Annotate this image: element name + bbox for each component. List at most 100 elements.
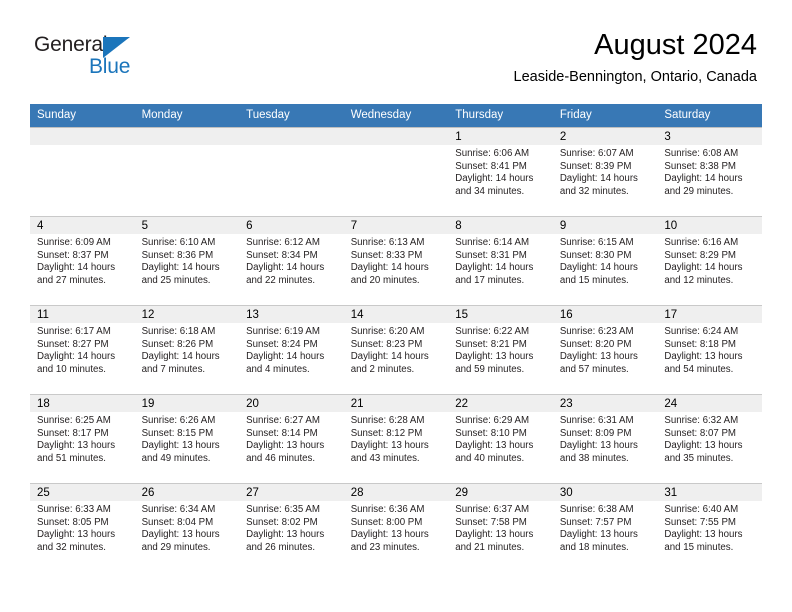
calendar-day-cell[interactable]: 20 Sunrise: 6:27 AM Sunset: 8:14 PM Dayligh… bbox=[239, 394, 344, 484]
day-number: 18 bbox=[30, 395, 135, 412]
calendar-day-cell[interactable]: 4 Sunrise: 6:09 AM Sunset: 8:37 PM Daylight… bbox=[30, 216, 135, 306]
calendar-day-cell[interactable]: 15 Sunrise: 6:22 AM Sunset: 8:21 PM Dayligh… bbox=[448, 305, 553, 395]
day-detail-sunrise: Sunrise: 6:14 AM bbox=[455, 237, 530, 248]
day-detail-daylight-line1: Daylight: 14 hours bbox=[455, 173, 534, 185]
calendar-day-cell[interactable]: 29 Sunrise: 6:37 AM Sunset: 7:58 PM Dayligh… bbox=[448, 483, 553, 572]
day-detail-sunset: Sunset: 7:57 PM bbox=[559, 516, 632, 528]
day-details: Sunrise: 6:29 AM Sunset: 8:10 PM Daylight:… bbox=[448, 412, 553, 465]
calendar-day-cell[interactable]: 17 Sunrise: 6:24 AM Sunset: 8:18 PM Dayligh… bbox=[657, 305, 762, 395]
day-detail-sunset: Sunset: 8:27 PM bbox=[37, 338, 109, 350]
day-details: Sunrise: 6:08 AM Sunset: 8:38 PM Daylight:… bbox=[657, 145, 762, 198]
calendar-day-cell[interactable]: 6 Sunrise: 6:12 AM Sunset: 8:34 PM Daylight… bbox=[239, 216, 344, 306]
day-detail-daylight-line1: Daylight: 13 hours bbox=[350, 440, 429, 452]
day-detail-daylight-line2: and 40 minutes. bbox=[455, 452, 525, 464]
day-detail-daylight-line1: Daylight: 14 hours bbox=[350, 351, 429, 363]
day-detail-daylight-line2: and 17 minutes. bbox=[455, 274, 525, 286]
day-cell-inner: 8 Sunrise: 6:14 AM Sunset: 8:31 PM Daylight… bbox=[448, 217, 553, 305]
day-detail-daylight-line2: and 26 minutes. bbox=[246, 541, 316, 553]
day-detail-sunrise: Sunrise: 6:23 AM bbox=[559, 326, 634, 337]
day-cell-inner: 29 Sunrise: 6:37 AM Sunset: 7:58 PM Dayligh… bbox=[448, 484, 553, 572]
calendar-day-cell[interactable]: 3 Sunrise: 6:08 AM Sunset: 8:38 PM Daylight… bbox=[657, 127, 762, 217]
day-detail-daylight-line1: Daylight: 14 hours bbox=[246, 351, 325, 363]
day-cell-inner: 24 Sunrise: 6:32 AM Sunset: 8:07 PM Dayligh… bbox=[657, 395, 762, 483]
day-detail-daylight-line1: Daylight: 13 hours bbox=[455, 440, 534, 452]
calendar-day-cell[interactable]: 14 Sunrise: 6:20 AM Sunset: 8:23 PM Dayligh… bbox=[343, 305, 449, 395]
day-number: 7 bbox=[343, 217, 449, 234]
page-header: General Blue August 2024 Leaside-Benning… bbox=[0, 0, 792, 104]
day-detail-daylight-line1: Daylight: 13 hours bbox=[455, 529, 534, 541]
day-detail-daylight-line1: Daylight: 14 hours bbox=[559, 262, 638, 274]
calendar-day-cell[interactable]: 9 Sunrise: 6:15 AM Sunset: 8:30 PM Daylight… bbox=[552, 216, 658, 306]
day-number: 27 bbox=[239, 484, 344, 501]
day-detail-daylight-line1: Daylight: 14 hours bbox=[246, 262, 325, 274]
calendar-day-cell-empty bbox=[30, 127, 135, 217]
day-detail-daylight-line1: Daylight: 13 hours bbox=[141, 440, 220, 452]
calendar-day-cell-empty bbox=[343, 127, 449, 217]
day-details: Sunrise: 6:37 AM Sunset: 7:58 PM Daylight:… bbox=[448, 501, 553, 554]
calendar-day-cell[interactable]: 7 Sunrise: 6:13 AM Sunset: 8:33 PM Daylight… bbox=[343, 216, 449, 306]
day-number: 25 bbox=[30, 484, 135, 501]
day-number: 28 bbox=[343, 484, 449, 501]
day-detail-sunset: Sunset: 8:23 PM bbox=[350, 338, 423, 350]
day-cell-inner: 5 Sunrise: 6:10 AM Sunset: 8:36 PM Daylight… bbox=[134, 217, 240, 305]
day-cell-inner: 19 Sunrise: 6:26 AM Sunset: 8:15 PM Dayligh… bbox=[134, 395, 240, 483]
calendar-day-cell[interactable]: 10 Sunrise: 6:16 AM Sunset: 8:29 PM Dayligh… bbox=[657, 216, 762, 306]
day-cell-inner: 22 Sunrise: 6:29 AM Sunset: 8:10 PM Dayligh… bbox=[448, 395, 553, 483]
calendar-day-cell[interactable]: 26 Sunrise: 6:34 AM Sunset: 8:04 PM Dayligh… bbox=[134, 483, 240, 572]
calendar-day-cell[interactable]: 18 Sunrise: 6:25 AM Sunset: 8:17 PM Dayligh… bbox=[30, 394, 135, 484]
day-detail-daylight-line1: Daylight: 14 hours bbox=[664, 173, 743, 185]
calendar-day-cell[interactable]: 22 Sunrise: 6:29 AM Sunset: 8:10 PM Dayligh… bbox=[448, 394, 553, 484]
calendar-day-cell[interactable]: 30 Sunrise: 6:38 AM Sunset: 7:57 PM Dayligh… bbox=[552, 483, 658, 572]
day-details: Sunrise: 6:27 AM Sunset: 8:14 PM Daylight:… bbox=[239, 412, 344, 465]
calendar-week-row: 18 Sunrise: 6:25 AM Sunset: 8:17 PM Dayligh… bbox=[30, 394, 762, 484]
day-cell-inner: 20 Sunrise: 6:27 AM Sunset: 8:14 PM Dayligh… bbox=[239, 395, 344, 483]
calendar-day-cell[interactable]: 19 Sunrise: 6:26 AM Sunset: 8:15 PM Dayligh… bbox=[134, 394, 240, 484]
calendar-day-cell[interactable]: 24 Sunrise: 6:32 AM Sunset: 8:07 PM Dayligh… bbox=[657, 394, 762, 484]
day-cell-inner bbox=[239, 128, 344, 216]
day-cell-inner: 28 Sunrise: 6:36 AM Sunset: 8:00 PM Dayligh… bbox=[343, 484, 449, 572]
weekday-header-sunday: Sunday bbox=[30, 104, 135, 128]
day-cell-inner: 16 Sunrise: 6:23 AM Sunset: 8:20 PM Dayligh… bbox=[552, 306, 658, 394]
day-number bbox=[239, 128, 344, 145]
day-details: Sunrise: 6:13 AM Sunset: 8:33 PM Daylight:… bbox=[344, 234, 449, 287]
calendar-day-cell[interactable]: 5 Sunrise: 6:10 AM Sunset: 8:36 PM Daylight… bbox=[134, 216, 240, 306]
day-details: Sunrise: 6:07 AM Sunset: 8:39 PM Daylight:… bbox=[553, 145, 658, 198]
day-detail-sunrise: Sunrise: 6:31 AM bbox=[559, 415, 634, 426]
calendar-day-cell[interactable]: 23 Sunrise: 6:31 AM Sunset: 8:09 PM Dayligh… bbox=[552, 394, 658, 484]
day-detail-sunrise: Sunrise: 6:12 AM bbox=[246, 237, 320, 248]
calendar-day-cell[interactable]: 2 Sunrise: 6:07 AM Sunset: 8:39 PM Daylight… bbox=[552, 127, 658, 217]
day-detail-daylight-line1: Daylight: 13 hours bbox=[664, 529, 743, 541]
day-detail-sunrise: Sunrise: 6:17 AM bbox=[37, 326, 111, 337]
calendar-day-cell[interactable]: 21 Sunrise: 6:28 AM Sunset: 8:12 PM Dayligh… bbox=[343, 394, 449, 484]
calendar-day-cell[interactable]: 13 Sunrise: 6:19 AM Sunset: 8:24 PM Dayligh… bbox=[239, 305, 344, 395]
day-number: 1 bbox=[448, 128, 553, 145]
day-detail-daylight-line1: Daylight: 14 hours bbox=[664, 262, 743, 274]
calendar-day-cell[interactable]: 16 Sunrise: 6:23 AM Sunset: 8:20 PM Dayligh… bbox=[552, 305, 658, 395]
calendar-day-cell[interactable]: 11 Sunrise: 6:17 AM Sunset: 8:27 PM Dayligh… bbox=[30, 305, 135, 395]
day-detail-sunrise: Sunrise: 6:09 AM bbox=[37, 237, 111, 248]
day-detail-sunset: Sunset: 8:18 PM bbox=[664, 338, 736, 350]
day-detail-daylight-line1: Daylight: 13 hours bbox=[559, 351, 638, 363]
brand-name-general: General bbox=[34, 33, 108, 56]
day-detail-sunset: Sunset: 8:39 PM bbox=[559, 160, 632, 172]
day-details: Sunrise: 6:14 AM Sunset: 8:31 PM Daylight:… bbox=[448, 234, 553, 287]
calendar-day-cell[interactable]: 31 Sunrise: 6:40 AM Sunset: 7:55 PM Dayligh… bbox=[657, 483, 762, 572]
day-detail-sunset: Sunset: 8:21 PM bbox=[455, 338, 527, 350]
calendar-day-cell[interactable]: 1 Sunrise: 6:06 AM Sunset: 8:41 PM Daylight… bbox=[448, 127, 553, 217]
day-cell-inner: 15 Sunrise: 6:22 AM Sunset: 8:21 PM Dayligh… bbox=[448, 306, 553, 394]
calendar-day-cell[interactable]: 12 Sunrise: 6:18 AM Sunset: 8:26 PM Dayligh… bbox=[134, 305, 240, 395]
day-detail-daylight-line2: and 46 minutes. bbox=[246, 452, 316, 464]
day-details: Sunrise: 6:32 AM Sunset: 8:07 PM Daylight:… bbox=[657, 412, 762, 465]
day-detail-sunrise: Sunrise: 6:24 AM bbox=[664, 326, 739, 337]
calendar-day-cell[interactable]: 27 Sunrise: 6:35 AM Sunset: 8:02 PM Dayligh… bbox=[239, 483, 344, 572]
day-details: Sunrise: 6:17 AM Sunset: 8:27 PM Daylight:… bbox=[30, 323, 135, 376]
day-detail-sunset: Sunset: 8:10 PM bbox=[455, 427, 527, 439]
calendar-day-cell[interactable]: 25 Sunrise: 6:33 AM Sunset: 8:05 PM Dayligh… bbox=[30, 483, 135, 572]
day-detail-sunset: Sunset: 8:04 PM bbox=[141, 516, 214, 528]
day-number: 22 bbox=[448, 395, 553, 412]
calendar-day-cell[interactable]: 8 Sunrise: 6:14 AM Sunset: 8:31 PM Daylight… bbox=[448, 216, 553, 306]
day-detail-daylight-line1: Daylight: 14 hours bbox=[350, 262, 429, 274]
day-detail-sunset: Sunset: 8:12 PM bbox=[350, 427, 423, 439]
calendar-day-cell[interactable]: 28 Sunrise: 6:36 AM Sunset: 8:00 PM Dayligh… bbox=[343, 483, 449, 572]
day-detail-sunrise: Sunrise: 6:27 AM bbox=[246, 415, 320, 426]
